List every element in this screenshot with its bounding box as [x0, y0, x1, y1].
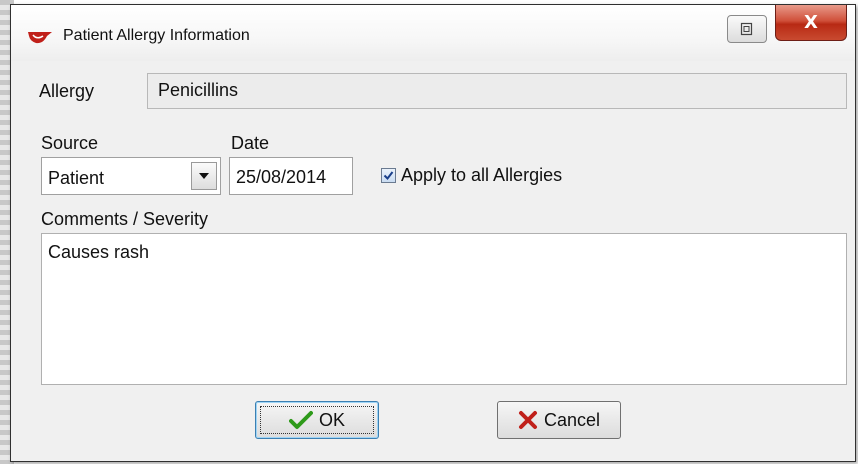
allergy-label: Allergy: [39, 81, 95, 101]
date-field[interactable]: 25/08/2014: [229, 157, 353, 195]
restore-button[interactable]: [727, 15, 767, 43]
ok-button[interactable]: OK: [255, 401, 379, 439]
source-dropdown[interactable]: Patient: [41, 157, 221, 195]
cancel-button[interactable]: Cancel: [497, 401, 621, 439]
apply-all-label[interactable]: Apply to all Allergies: [401, 165, 562, 186]
close-button[interactable]: X: [775, 5, 847, 41]
dropdown-button[interactable]: [191, 162, 217, 190]
dialog-window: Patient Allergy Information X Allergy Pe…: [10, 4, 856, 462]
cancel-label: Cancel: [543, 409, 601, 430]
restore-icon: [740, 22, 753, 36]
checkmark-icon: [383, 171, 394, 181]
chevron-down-icon: [199, 173, 209, 179]
source-label: Source: [41, 133, 99, 153]
focus-ring: [260, 406, 374, 434]
comments-textarea[interactable]: Causes rash: [41, 233, 847, 385]
red-x-icon: [518, 410, 538, 430]
date-label: Date: [231, 133, 270, 153]
title-bar: Patient Allergy Information X: [11, 5, 855, 61]
source-selected-value: Patient: [48, 168, 105, 188]
app-logo-icon: [28, 32, 52, 44]
comments-label: Comments / Severity: [41, 209, 209, 229]
close-icon: X: [804, 12, 818, 33]
allergy-field: Penicillins: [147, 73, 847, 109]
apply-all-checkbox[interactable]: [381, 168, 396, 183]
window-title: Patient Allergy Information: [63, 27, 250, 44]
